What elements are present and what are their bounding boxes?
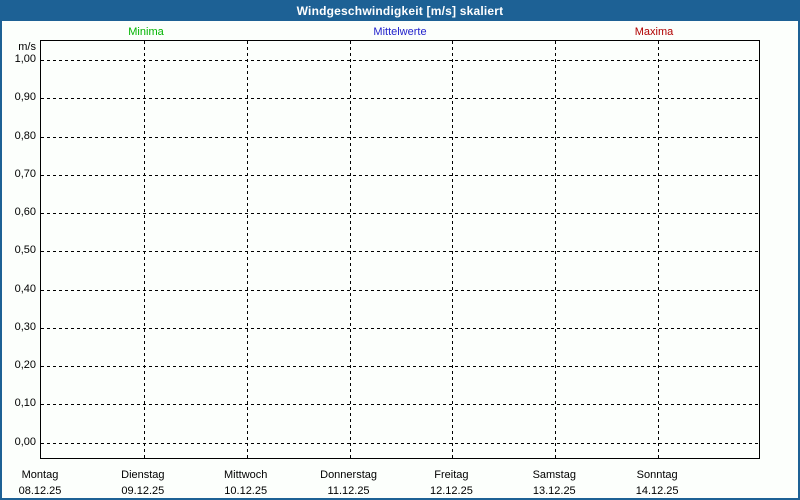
legend-item-mittelwerte: Mittelwerte	[373, 26, 426, 38]
y-tick-label: 1,00	[14, 53, 36, 65]
legend-label-minima: Minima	[128, 26, 164, 38]
v-gridline-day-4	[452, 41, 453, 458]
h-gridline-0,10	[41, 404, 759, 406]
v-gridline-day-1	[144, 41, 145, 458]
h-gridline-0,30	[41, 327, 759, 329]
h-gridline-0,90	[41, 98, 759, 100]
y-tick-label: 0,80	[14, 129, 36, 142]
h-gridline-0,60	[41, 213, 759, 214]
legend-item-maxima: Maxima	[635, 26, 674, 38]
y-tick-label: 0,20	[14, 359, 36, 371]
y-tick-label: 0,10	[14, 397, 36, 410]
v-gridline-day-5	[555, 41, 556, 458]
x-day-date: 14.12.25	[635, 485, 679, 497]
y-tick-label: 0,70	[14, 167, 36, 180]
x-day-name: Sonntag	[636, 469, 678, 481]
h-gridline-0,70	[41, 174, 759, 176]
y-tick-label: 0,60	[14, 206, 36, 218]
h-gridline-0,00	[41, 442, 759, 444]
chart-window: Windgeschwindigkeit [m/s] skaliert Minim…	[0, 0, 800, 500]
v-gridline-day-6	[658, 41, 659, 458]
y-tick-label: 0,40	[14, 282, 36, 295]
h-gridline-0,20	[41, 366, 759, 367]
h-gridline-0,40	[41, 289, 759, 291]
y-tick-label: 0,90	[14, 91, 36, 104]
y-tick-label: 0,30	[14, 320, 36, 333]
h-gridline-0,50	[41, 251, 759, 253]
v-gridline-day-3	[350, 41, 351, 458]
title-bar: Windgeschwindigkeit [m/s] skaliert	[0, 0, 800, 21]
y-tick-label: 0,00	[14, 435, 36, 448]
y-tick-label: 0,50	[14, 244, 36, 257]
legend-label-maxima: Maxima	[634, 26, 674, 38]
plot-area	[40, 40, 760, 459]
chart-title: Windgeschwindigkeit [m/s] skaliert	[296, 3, 504, 18]
h-gridline-1,00	[41, 60, 759, 61]
h-gridline-0,80	[41, 136, 759, 138]
legend-label-mittelwerte: Mittelwerte	[373, 26, 427, 38]
legend-item-minima: Minima	[128, 26, 163, 38]
v-gridline-day-2	[247, 41, 248, 458]
